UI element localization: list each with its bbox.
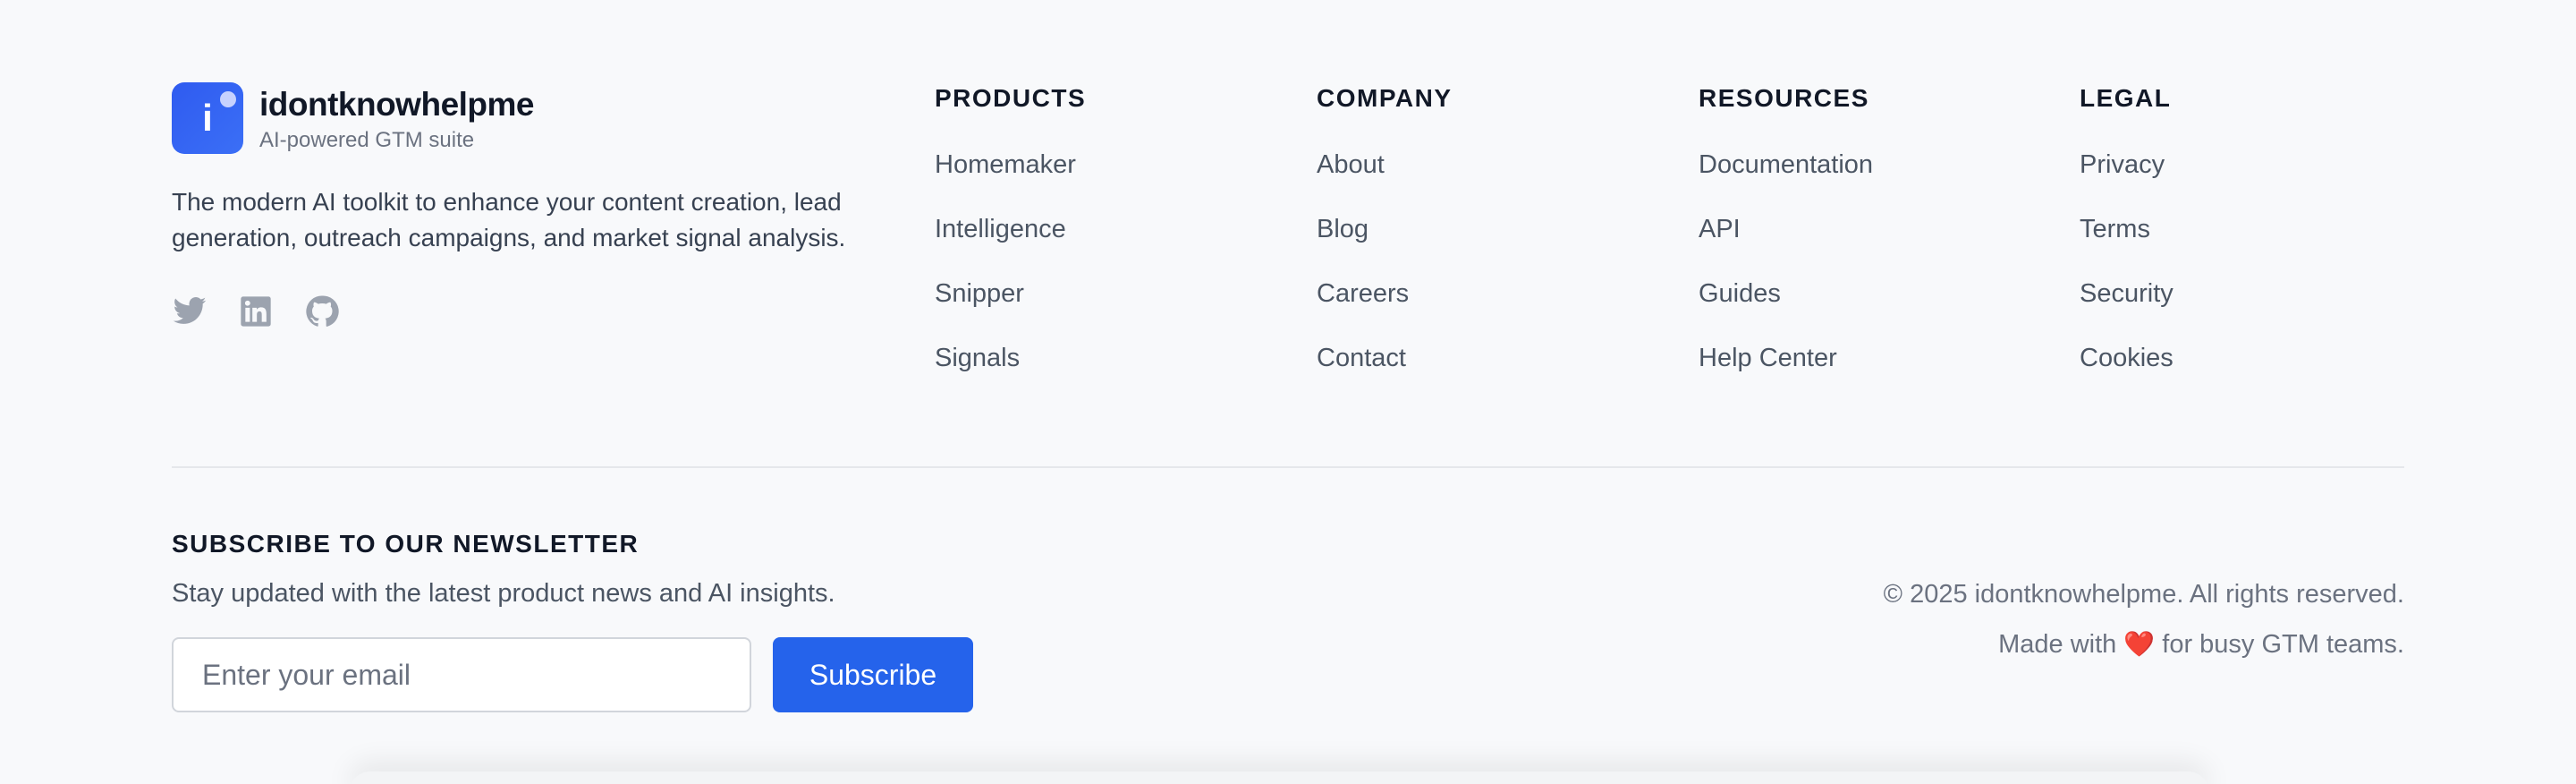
brand-tagline: AI-powered GTM suite [259,128,475,152]
made-with-suffix: for busy GTM teams. [2162,630,2404,659]
copyright-block: © 2025 idontknowhelpme. All rights reser… [1884,576,2404,662]
brand-header[interactable]: i idontknowhelpme AI-powered GTM suite [172,82,869,154]
email-input[interactable] [172,637,751,712]
made-with-prefix: Made with [1998,630,2117,659]
footer-link-snipper[interactable]: Snipper [935,277,1310,310]
column-title-company: COMPANY [1317,84,1453,112]
logo-dot [220,91,236,107]
brand-text: idontknowhelpme AI-powered GTM suite [259,82,535,154]
column-title-legal: LEGAL [2080,84,2172,112]
copyright-text: © 2025 idontknowhelpme. All rights reser… [1883,580,2404,609]
footer-link-careers[interactable]: Careers [1317,277,1692,310]
brand-description: The modern AI toolkit to enhance your co… [172,188,846,251]
footer-link-homemaker[interactable]: Homemaker [935,149,1310,181]
footer-link-help-center[interactable]: Help Center [1699,342,2074,374]
github-icon[interactable] [304,294,340,329]
footer-link-signals[interactable]: Signals [935,342,1310,374]
footer-link-security[interactable]: Security [2080,277,2455,310]
footer-link-privacy[interactable]: Privacy [2080,149,2455,181]
logo: i [172,82,243,154]
newsletter-section: SUBSCRIBE TO OUR NEWSLETTER Stay updated… [172,528,973,712]
social-links [172,294,869,329]
newsletter-form: Subscribe [172,637,973,712]
brand-name: idontknowhelpme [259,86,535,123]
products-column: PRODUCTS Homemaker Intelligence Snipper … [935,82,1310,406]
made-with-text: Made with ❤️ for busy GTM teams. [1884,626,2404,662]
footer-link-api[interactable]: API [1699,213,2074,245]
footer-link-about[interactable]: About [1317,149,1692,181]
footer-link-cookies[interactable]: Cookies [2080,342,2455,374]
footer-link-terms[interactable]: Terms [2080,213,2455,245]
newsletter-title: SUBSCRIBE TO OUR NEWSLETTER [172,530,640,558]
site-footer: i idontknowhelpme AI-powered GTM suite T… [172,0,2404,784]
footer-link-contact[interactable]: Contact [1317,342,1692,374]
footer-link-guides[interactable]: Guides [1699,277,2074,310]
column-title-resources: RESOURCES [1699,84,1869,112]
subscribe-button[interactable]: Subscribe [773,637,973,712]
footer-divider [172,466,2404,468]
footer-link-intelligence[interactable]: Intelligence [935,213,1310,245]
company-column: COMPANY About Blog Careers Contact [1317,82,1692,406]
column-title-products: PRODUCTS [935,84,1087,112]
footer-link-blog[interactable]: Blog [1317,213,1692,245]
bottom-card-edge [349,771,2209,784]
twitter-icon[interactable] [172,294,208,329]
heart-icon: ❤️ [2123,630,2156,658]
brand-block: i idontknowhelpme AI-powered GTM suite T… [172,82,869,329]
newsletter-subtitle: Stay updated with the latest product new… [172,579,835,608]
footer-link-documentation[interactable]: Documentation [1699,149,2074,181]
linkedin-icon[interactable] [238,294,274,329]
resources-column: RESOURCES Documentation API Guides Help … [1699,82,2074,406]
legal-column: LEGAL Privacy Terms Security Cookies [2080,82,2455,406]
